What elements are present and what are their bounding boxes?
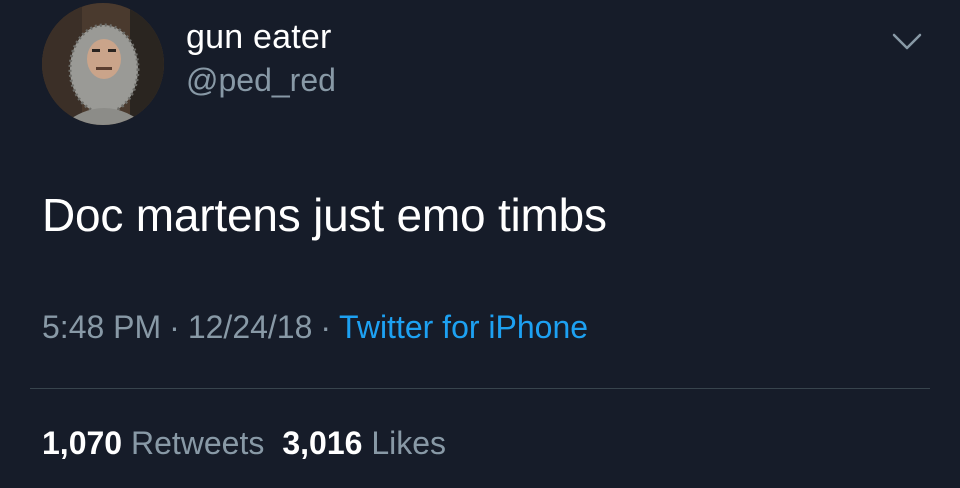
meta-separator: · — [320, 309, 332, 345]
avatar-image — [42, 3, 164, 125]
meta-separator: · — [169, 309, 180, 345]
tweet-card: gun eater @ped_red Doc martens just emo … — [0, 0, 960, 488]
tweet-text: Doc martens just emo timbs — [42, 189, 607, 241]
likes-count: 3,016 — [282, 425, 363, 461]
chevron-down-icon[interactable] — [890, 30, 924, 54]
tweet-source-link[interactable]: Twitter for iPhone — [339, 309, 588, 345]
retweets-label: Retweets — [130, 425, 265, 461]
display-name[interactable]: gun eater — [186, 18, 331, 57]
retweets-count: 1,070 — [42, 425, 123, 461]
divider — [30, 388, 930, 389]
user-handle[interactable]: @ped_red — [186, 62, 336, 99]
tweet-meta: 5:48 PM · 12/24/18 · Twitter for iPhone — [42, 309, 588, 346]
tweet-stats: 1,070 Retweets 3,016 Likes — [42, 425, 446, 462]
likes-stat[interactable]: 3,016 Likes — [282, 425, 446, 461]
avatar[interactable] — [42, 3, 164, 125]
tweet-date[interactable]: 12/24/18 — [188, 309, 313, 345]
likes-label: Likes — [371, 425, 447, 461]
tweet-time[interactable]: 5:48 PM — [42, 309, 161, 345]
retweets-stat[interactable]: 1,070 Retweets — [42, 425, 264, 461]
